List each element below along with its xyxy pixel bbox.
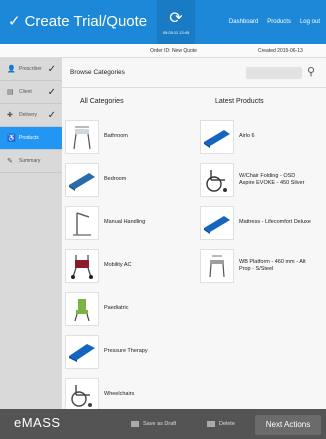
category-label: Pressure Therapy: [104, 348, 148, 355]
save-draft-button[interactable]: Save as Draft: [131, 421, 176, 427]
sidebar-step-client[interactable]: ▤ Client ✓: [0, 81, 62, 104]
search-icon[interactable]: ⚲: [307, 65, 315, 78]
product-label: Airlo 6: [239, 133, 255, 140]
latest-product-wchair-folding[interactable]: W/Chair Folding - OSD Aspire EVOKE - 450…: [200, 163, 304, 197]
product-label: Mattress - Lifecomfort Deluxe: [239, 219, 311, 226]
walker-image: [65, 249, 99, 283]
bottom-action-bar: eMASS Save as Draft Delete Next Actions: [0, 409, 326, 439]
trash-icon: [207, 421, 215, 427]
browse-bar: Browse Categories ⚲: [62, 58, 326, 88]
check-icon: ✓: [47, 63, 56, 75]
top-app-bar: ✓ Create Trial/Quote ⟳ 05:05:11 13:45 Da…: [0, 0, 326, 44]
product-name: WB Platform - 460 mm - Alt: [239, 258, 306, 265]
check-icon: ✓: [8, 13, 21, 30]
check-icon: ✓: [47, 86, 56, 98]
sidebar-step-label: Delivery: [19, 112, 38, 118]
latest-products-heading: Latest Products: [215, 98, 264, 105]
id-card-icon: ▤: [7, 89, 14, 96]
delete-button[interactable]: Delete: [207, 421, 235, 427]
product-name: Mattress - Lifecomfort Deluxe: [239, 219, 311, 226]
category-wheelchairs[interactable]: Wheelchairs: [65, 378, 134, 412]
workflow-sidebar: 👤 Prescriber ✓ ▤ Client ✓ ✚ Delivery ✓ ♿…: [0, 58, 62, 409]
category-label: Mobility AC: [104, 262, 132, 269]
sync-button[interactable]: ⟳ 05:05:11 13:45: [157, 0, 195, 44]
product-label: W/Chair Folding - OSD Aspire EVOKE - 450…: [239, 173, 304, 188]
sidebar-step-products[interactable]: ♿ Products: [0, 127, 62, 150]
search-input[interactable]: [246, 67, 302, 79]
save-icon: [131, 421, 139, 427]
sidebar-step-label: Summary: [19, 158, 41, 164]
category-bathroom[interactable]: Bathroom: [65, 120, 128, 154]
logout-link[interactable]: Log out: [300, 19, 320, 25]
category-paediatric[interactable]: Paediatric: [65, 292, 128, 326]
hoist-image: [65, 206, 99, 240]
page-title-text: Create Trial/Quote: [24, 12, 148, 30]
latest-product-mattress[interactable]: Mattress - Lifecomfort Deluxe: [200, 206, 311, 240]
clipboard-icon: ✎: [7, 158, 13, 165]
paediatric-seat-image: [65, 292, 99, 326]
emass-logo: eMASS: [14, 415, 61, 430]
category-bedroom[interactable]: Bedroom: [65, 163, 126, 197]
latest-product-airlo[interactable]: Airlo 6: [200, 120, 255, 154]
product-name-line2: Aspire EVOKE - 450 Silver: [239, 180, 305, 186]
delete-label: Delete: [219, 421, 235, 427]
browse-categories-label: Browse Categories: [70, 69, 125, 76]
bathroom-chair-image: [65, 120, 99, 154]
sidebar-step-label: Prescriber: [19, 66, 42, 72]
sidebar-step-delivery[interactable]: ✚ Delivery ✓: [0, 104, 62, 127]
sidebar-step-summary[interactable]: ✎ Summary: [0, 150, 62, 173]
category-manual-handling[interactable]: Manual Handling: [65, 206, 145, 240]
sidebar-step-prescriber[interactable]: 👤 Prescriber ✓: [0, 58, 62, 81]
header-nav: Dashboard Products Log out: [229, 19, 320, 25]
bed-image: [65, 163, 99, 197]
category-pressure-therapy[interactable]: Pressure Therapy: [65, 335, 148, 369]
latest-product-wb-platform[interactable]: WB Platform - 460 mm - Alt Prop - S/Stee…: [200, 249, 306, 283]
category-label: Bedroom: [104, 176, 127, 183]
category-mobility-ac[interactable]: Mobility AC: [65, 249, 132, 283]
sidebar-step-label: Client: [19, 89, 32, 95]
product-name: Airlo 6: [239, 133, 255, 140]
platform-image: [200, 249, 234, 283]
wheelchair-icon: ♿: [7, 135, 16, 142]
refresh-icon: ⟳: [169, 10, 183, 27]
wheelchair-image: [200, 163, 234, 197]
sync-timestamp: 05:05:11 13:45: [162, 30, 190, 35]
category-label: Bathroom: [104, 133, 128, 140]
category-label: Manual Handling: [104, 219, 146, 226]
product-name: W/Chair Folding - OSD: [239, 172, 296, 179]
wheelchair-image: [65, 378, 99, 412]
mattress-image: [200, 120, 234, 154]
dashboard-link[interactable]: Dashboard: [229, 19, 258, 25]
product-name-line2: Prop - S/Steel: [239, 266, 274, 272]
person-icon: 👤: [7, 66, 16, 73]
category-label: Paediatric: [104, 305, 129, 312]
all-categories-heading: All Categories: [80, 98, 124, 105]
created-date: Created 2015-06-13: [258, 48, 303, 54]
page-title: ✓ Create Trial/Quote: [8, 12, 148, 31]
order-id: Order ID: New Quote: [150, 48, 197, 54]
product-label: WB Platform - 460 mm - Alt Prop - S/Stee…: [239, 259, 306, 274]
main-panel: Browse Categories ⚲ All Categories Lates…: [62, 58, 326, 412]
next-actions-button[interactable]: Next Actions: [255, 415, 321, 435]
truck-icon: ✚: [7, 112, 13, 119]
sidebar-step-label: Products: [19, 135, 39, 141]
save-draft-label: Save as Draft: [143, 421, 177, 427]
products-link[interactable]: Products: [267, 19, 291, 25]
category-label: Wheelchairs: [104, 391, 135, 398]
order-info-bar: Order ID: New Quote Created 2015-06-13: [0, 44, 326, 58]
mattress-image: [200, 206, 234, 240]
check-icon: ✓: [47, 109, 56, 121]
cushion-image: [65, 335, 99, 369]
